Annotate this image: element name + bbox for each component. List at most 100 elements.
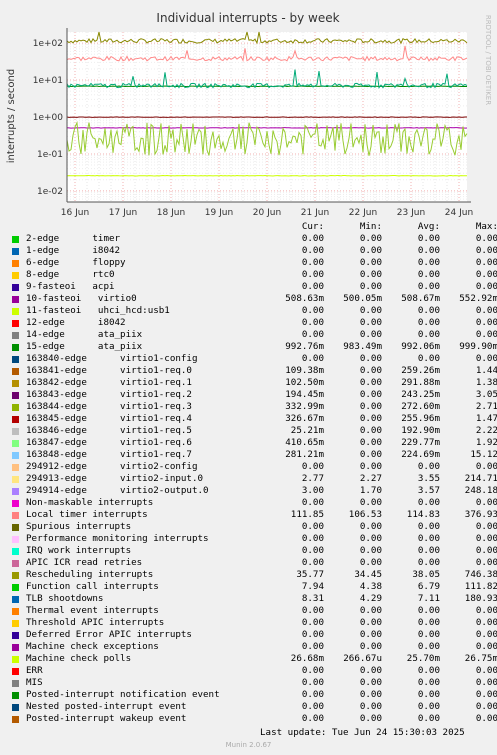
legend-max: 0.00 [475,665,497,676]
legend-cur: 0.00 [301,281,324,292]
legend-max: 552.92m [459,293,497,304]
legend-label: TLB shootdowns [26,593,104,604]
legend-avg: 25.70m [406,653,440,664]
legend-min: 0.00 [359,425,382,436]
legend-swatch [12,296,19,303]
legend-max: 3.05 [475,389,497,400]
legend-max: 0.00 [475,269,497,280]
legend-cur: 102.50m [285,377,324,388]
y-tick-label: 1e-01 [37,150,63,160]
legend-row: 163840-edge virtio1-config 0.00 0.00 0.00 0.… [12,353,497,365]
legend-swatch [12,596,19,603]
series-line [66,116,467,118]
legend-row: 294913-edge virtio2-input.0 2.77 2.27 3.55 2… [12,473,497,485]
legend-label: IRQ work interrupts [26,545,132,556]
legend-row: Machine check exceptions 0.00 0.00 0.00 0.00 [12,641,497,653]
legend-swatch [12,308,19,315]
legend-cur: 0.00 [301,641,324,652]
legend-cur: 0.00 [301,521,324,532]
legend-min: 0.00 [359,365,382,376]
legend-label: 163847-edge virtio1-req.6 [26,437,192,448]
legend-avg: 3.57 [417,485,440,496]
legend-max: 0.00 [475,545,497,556]
legend-avg: 0.00 [417,461,440,472]
legend-avg: 114.83 [406,509,440,520]
legend-max: 248.18 [464,485,497,496]
y-tick-label: 1e+02 [33,39,63,49]
legend-avg: 243.25m [401,389,440,400]
legend-row: 2-edge timer 0.00 0.00 0.00 0.00 [12,233,497,245]
legend-label: Function call interrupts [26,581,159,592]
legend-max: 0.00 [475,257,497,268]
legend-max: 0.00 [475,605,497,616]
legend-avg: 0.00 [417,521,440,532]
legend-cur: 0.00 [301,461,324,472]
legend-label: Spurious interrupts [26,521,132,532]
interrupts-chart: Individual interrupts - by week interrup… [6,11,492,218]
legend-row: Function call interrupts 7.94 4.38 6.79 111.… [12,581,497,593]
legend-max: 0.00 [475,677,497,688]
munin-version: Munin 2.0.67 [225,741,272,749]
series-line [66,127,468,129]
legend-row: 9-fasteoi acpi 0.00 0.00 0.00 0.00 [12,281,497,293]
legend-swatch [12,560,19,567]
legend-avg: 992.06m [401,341,440,352]
legend-min: 0.00 [359,617,382,628]
legend-swatch [12,332,19,339]
legend-avg: 0.00 [417,665,440,676]
legend-min: 266.67u [343,653,382,664]
legend-min: 0.00 [359,701,382,712]
legend-row: Local timer interrupts 111.85 106.53 114.83… [12,509,497,521]
legend-row: 163848-edge virtio1-req.7 281.21m 0.00 224.… [12,449,497,461]
legend-swatch [12,404,19,411]
legend-cur: 0.00 [301,605,324,616]
legend-row: 163846-edge virtio1-req.5 25.21m 0.00 192.9… [12,425,497,437]
legend-avg: 0.00 [417,269,440,280]
legend-cur: 7.94 [301,581,324,592]
legend-row: Deferred Error APIC interrupts 0.00 0.00 0.… [12,629,497,641]
legend-max: 0.00 [475,329,497,340]
legend-max: 214.71 [464,473,497,484]
legend-label: 163845-edge virtio1-req.4 [26,413,192,424]
legend-avg: 259.26m [401,365,440,376]
legend-avg: 224.69m [401,449,440,460]
legend-min: 34.45 [354,569,382,580]
legend-max: 1.44 [475,365,497,376]
chart-title: Individual interrupts - by week [156,11,339,25]
legend-cur: 0.00 [301,557,324,568]
legend-cur: 0.00 [301,677,324,688]
legend-row: 294912-edge virtio2-config 0.00 0.00 0.00 0.… [12,461,497,473]
legend-swatch [12,668,19,675]
legend-swatch [12,392,19,399]
legend-cur: 35.77 [296,569,324,580]
legend-swatch [12,344,19,351]
legend-cur: 111.85 [290,509,324,520]
legend-avg: 0.00 [417,305,440,316]
rrdtool-credit: RRDTOOL / TOBI OETIKER [484,15,492,105]
legend-cur: 3.00 [301,485,324,496]
legend-swatch [12,488,19,495]
legend-cur: 0.00 [301,617,324,628]
legend-avg: 0.00 [417,605,440,616]
legend-swatch [12,284,19,291]
legend-label: 1-edge i8042 [26,245,121,256]
legend-row: Nested posted-interrupt event 0.00 0.00 0.0… [12,701,497,713]
legend-min: 0.00 [359,677,382,688]
legend-min: 0.00 [359,665,382,676]
legend-avg: 0.00 [417,329,440,340]
legend-label: 163846-edge virtio1-req.5 [26,425,192,436]
y-tick-label: 1e-02 [37,187,63,197]
legend-label: Posted-interrupt wakeup event [26,713,187,724]
legend-avg: 0.00 [417,617,440,628]
legend-avg: 229.77m [401,437,440,448]
legend-min: 0.00 [359,281,382,292]
legend-avg: 7.11 [417,593,440,604]
x-tick-label: 22 Jun [349,208,377,218]
legend-avg: 255.96m [401,413,440,424]
legend-avg: 6.79 [417,581,440,592]
legend-max: 0.00 [475,353,497,364]
legend-avg: 0.00 [417,713,440,724]
legend-row: 12-edge i8042 0.00 0.00 0.00 0.00 [12,317,497,329]
legend-avg: 192.90m [401,425,440,436]
series-line [66,174,468,177]
